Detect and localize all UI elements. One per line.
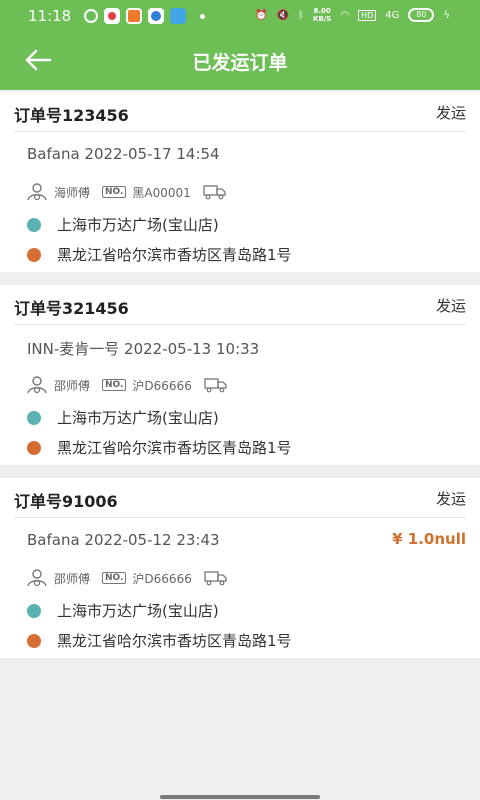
truck-icon	[204, 571, 227, 586]
home-indicator[interactable]	[160, 795, 320, 799]
order-vehicle-info: 海师傅 NO. 黑A00001	[26, 182, 227, 202]
truck-icon	[204, 378, 227, 393]
origin-dot-icon	[27, 217, 41, 232]
page-title: 已发运订单	[192, 52, 288, 74]
driver-icon	[27, 569, 47, 587]
driver-name: 海师傅	[54, 185, 91, 200]
order-header: 订单号321456 发运	[14, 285, 466, 325]
order-status: 发运	[435, 297, 466, 315]
notification-icons	[84, 8, 205, 24]
map-notification-icon	[104, 8, 120, 24]
origin-address: 上海市万达广场(宝山店)	[27, 407, 219, 428]
origin-dot-icon	[27, 410, 41, 425]
driver-icon	[27, 376, 47, 394]
plate-number: 黑A00001	[132, 185, 191, 200]
order-vehicle-info: 邵师傅 NO. 沪D66666	[26, 568, 228, 588]
alarm-icon: ⏰	[255, 9, 268, 21]
destination-address: 黑龙江省哈尔滨市香坊区青岛路1号	[27, 244, 292, 265]
order-price: ¥ 1.0null	[392, 530, 466, 548]
plate-number: 沪D66666	[132, 378, 192, 393]
app-bar: 11:18 ⏰ 🔇 ᛒ 8.00 KB/S ◠ HD 4G 80 ϟ 已发运订单	[0, 0, 480, 90]
status-time: 11:18	[28, 7, 72, 25]
destination-dot-icon	[27, 247, 41, 262]
origin-text: 上海市万达广场(宝山店)	[57, 216, 219, 234]
order-meta: INN-麦肯一号 2022-05-13 10:33	[27, 340, 260, 358]
truck-icon	[203, 185, 226, 200]
wifi-icon: ◠	[340, 9, 350, 21]
bluetooth-icon: ᛒ	[297, 9, 304, 21]
order-card[interactable]: 订单号321456 发运 INN-麦肯一号 2022-05-13 10:33 邵…	[0, 285, 480, 465]
plate-icon: NO.	[102, 186, 127, 198]
status-bar: 11:18 ⏰ 🔇 ᛒ 8.00 KB/S ◠ HD 4G 80 ϟ	[0, 0, 480, 32]
order-vehicle-info: 邵师傅 NO. 沪D66666	[26, 375, 228, 395]
order-meta: Bafana 2022-05-12 23:43	[27, 531, 220, 549]
plate-number: 沪D66666	[132, 571, 192, 586]
taobao-notification-icon	[126, 8, 142, 24]
destination-address: 黑龙江省哈尔滨市香坊区青岛路1号	[27, 437, 292, 458]
order-number: 订单号91006	[14, 492, 118, 511]
order-header: 订单号123456 发运	[14, 92, 466, 132]
destination-text: 黑龙江省哈尔滨市香坊区青岛路1号	[57, 439, 292, 457]
charging-icon: ϟ	[443, 9, 450, 21]
destination-text: 黑龙江省哈尔滨市香坊区青岛路1号	[57, 632, 292, 650]
origin-dot-icon	[27, 603, 41, 618]
system-icons: ⏰ 🔇 ᛒ 8.00 KB/S ◠ HD 4G 80 ϟ	[255, 7, 450, 23]
app-notification-icon	[84, 9, 98, 23]
plate-icon: NO.	[102, 379, 127, 391]
destination-address: 黑龙江省哈尔滨市香坊区青岛路1号	[27, 630, 292, 651]
order-status: 发运	[435, 104, 466, 122]
destination-dot-icon	[27, 633, 41, 648]
signal-icon: 4G	[385, 9, 400, 21]
net-speed: 8.00 KB/S	[312, 7, 332, 23]
destination-text: 黑龙江省哈尔滨市香坊区青岛路1号	[57, 246, 292, 264]
order-number: 订单号321456	[14, 299, 129, 318]
destination-dot-icon	[27, 440, 41, 455]
driver-name: 邵师傅	[54, 571, 91, 586]
driver-icon	[27, 183, 47, 201]
order-card[interactable]: 订单号91006 发运 Bafana 2022-05-12 23:43 ¥ 1.…	[0, 478, 480, 658]
order-header: 订单号91006 发运	[14, 478, 466, 518]
mute-icon: 🔇	[276, 9, 289, 21]
order-status: 发运	[435, 490, 466, 508]
origin-text: 上海市万达广场(宝山店)	[57, 602, 219, 620]
origin-address: 上海市万达广场(宝山店)	[27, 214, 219, 235]
origin-address: 上海市万达广场(宝山店)	[27, 600, 219, 621]
order-number: 订单号123456	[14, 106, 129, 125]
plate-icon: NO.	[102, 572, 127, 584]
browser-notification-icon	[148, 8, 164, 24]
battery-icon: 80	[408, 8, 435, 22]
origin-text: 上海市万达广场(宝山店)	[57, 409, 219, 427]
order-card[interactable]: 订单号123456 发运 Bafana 2022-05-17 14:54 海师傅…	[0, 92, 480, 272]
telegram-notification-icon	[170, 8, 186, 24]
driver-name: 邵师傅	[54, 378, 91, 393]
more-notifications-icon	[200, 13, 205, 19]
hd-icon: HD	[358, 9, 377, 21]
order-meta: Bafana 2022-05-17 14:54	[27, 145, 220, 163]
